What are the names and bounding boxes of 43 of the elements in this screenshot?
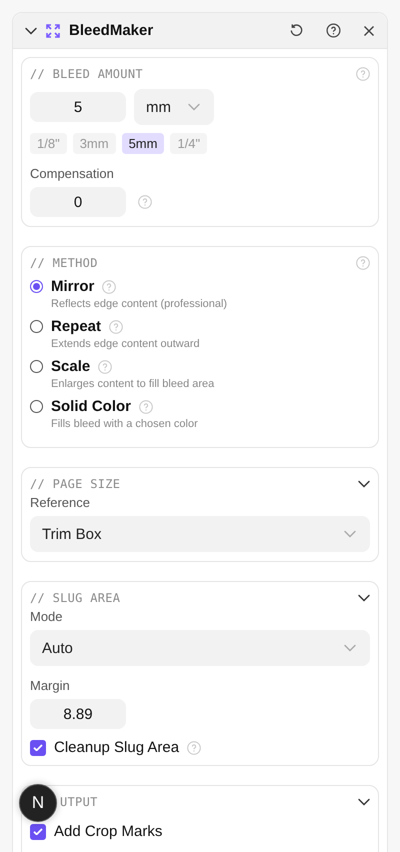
option-label: Scale: [51, 358, 90, 375]
option-description: Fills bleed with a chosen color: [51, 418, 198, 430]
checkbox-label: Cleanup Slug Area: [54, 739, 180, 756]
preset-button[interactable]: 5mm: [122, 133, 164, 154]
radio-button[interactable]: [30, 400, 43, 413]
radio-button[interactable]: [30, 320, 43, 333]
reset-icon[interactable]: [289, 23, 304, 38]
checkbox-label: Add Crop Marks: [54, 823, 162, 840]
field-label: Reference: [30, 495, 91, 510]
option-label: Repeat: [51, 318, 102, 335]
section-title: UTPUT: [60, 795, 98, 809]
expand-arrows-icon: [45, 22, 61, 38]
option-label: Solid Color: [51, 398, 131, 415]
margin-field[interactable]: 8.89: [30, 699, 126, 729]
checkbox[interactable]: [30, 824, 46, 840]
option-label: Mirror: [51, 278, 94, 295]
mode-dropdown[interactable]: Auto: [30, 630, 370, 666]
checkmark-icon: [33, 744, 43, 752]
bleed-amount-field[interactable]: 5: [30, 92, 126, 122]
unit-dropdown[interactable]: mm: [134, 89, 214, 125]
chevron-down-icon[interactable]: [358, 594, 370, 602]
chevron-down-icon[interactable]: [25, 26, 37, 34]
section-title: // METHOD: [30, 256, 98, 270]
field-label: Mode: [30, 609, 64, 624]
radio-button[interactable]: [30, 280, 43, 293]
checkmark-icon: [33, 828, 43, 836]
panel-title: BleedMaker: [69, 22, 154, 39]
option-description: Extends edge content outward: [51, 338, 200, 350]
option-description: Enlarges content to fill bleed area: [51, 378, 214, 390]
radio-button[interactable]: [30, 360, 43, 373]
option-description: Reflects edge content (professional): [51, 298, 228, 310]
help-icon[interactable]: [326, 23, 341, 38]
field-label: Compensation: [30, 166, 115, 181]
section-title: // BLEED AMOUNT: [30, 67, 143, 81]
chevron-down-icon[interactable]: [358, 480, 370, 488]
section-title: // PAGE SIZE: [30, 477, 120, 491]
compensation-field[interactable]: 0: [30, 187, 126, 217]
close-icon[interactable]: [363, 24, 375, 36]
reference-dropdown[interactable]: Trim Box: [30, 516, 370, 552]
field-label: Margin: [30, 678, 71, 693]
chevron-down-icon[interactable]: [358, 798, 370, 806]
section-title: // SLUG AREA: [30, 591, 120, 605]
checkbox[interactable]: [30, 740, 46, 756]
